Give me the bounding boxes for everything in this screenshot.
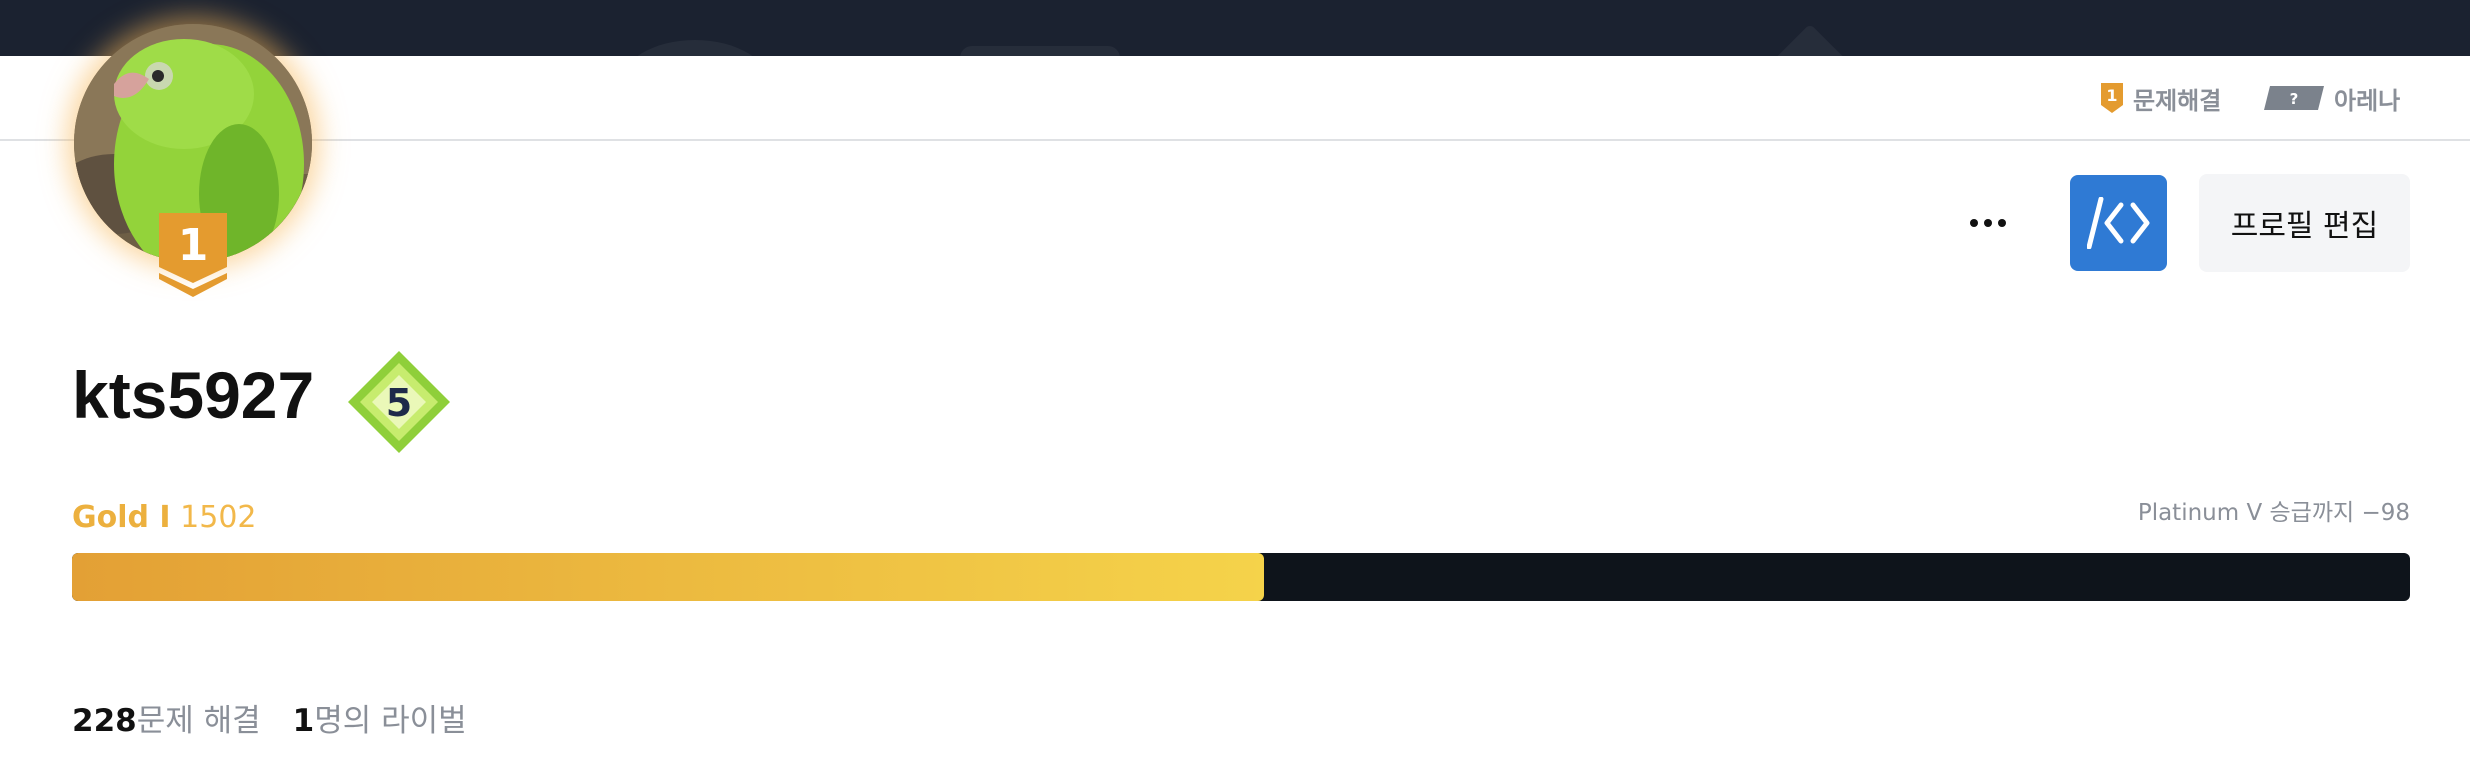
rating-score: 1502 [180, 500, 257, 535]
rival-label: 명의 라이벌 [314, 703, 467, 739]
username: kts5927 [72, 358, 315, 432]
avatar-tier-badge: 1 [159, 213, 227, 297]
profile-stats: 228문제 해결 1명의 라이벌 [72, 702, 467, 740]
profile-banner [0, 0, 2470, 56]
more-dot [1984, 219, 1992, 227]
rating-tier: Gold I [72, 500, 171, 535]
solved-label: 문제 해결 [136, 703, 261, 739]
more-options-button[interactable] [1960, 195, 2016, 251]
arena-link[interactable]: ? 아레나 [2264, 82, 2401, 115]
more-dot [1998, 219, 2006, 227]
avatar-tier-number: 1 [178, 220, 209, 271]
rival-count: 1 [292, 703, 315, 739]
solved-count: 228 [72, 703, 137, 739]
code-submissions-button[interactable] [2070, 175, 2167, 271]
rating-progress-fill [72, 553, 1265, 601]
gold-tier-icon: 1 [2101, 83, 2123, 113]
edit-profile-button[interactable]: 프로필 편집 [2199, 174, 2410, 272]
solved-tier-link[interactable]: 1 문제해결 [2101, 82, 2222, 115]
class-level-number: 5 [386, 381, 412, 425]
arena-link-label: 아레나 [2334, 86, 2401, 115]
profile-header-bar: 1 문제해결 ? 아레나 [0, 56, 2470, 141]
rival-stat[interactable]: 1명의 라이벌 [293, 702, 467, 740]
more-dot [1970, 219, 1978, 227]
rating-label: Gold I 1502 [72, 500, 257, 536]
solved-stat[interactable]: 228문제 해결 [72, 702, 261, 740]
arena-unrated-icon: ? [2264, 86, 2324, 110]
promotion-text: Platinum V 승급까지 −98 [2137, 500, 2410, 526]
code-brackets-icon [2086, 197, 2149, 249]
arena-mark: ? [2290, 90, 2299, 108]
class-level-badge: 5 [348, 351, 450, 453]
rating-progress-bar [72, 553, 2410, 601]
tier-number: 1 [2106, 86, 2117, 105]
solved-link-label: 문제해결 [2133, 86, 2222, 115]
